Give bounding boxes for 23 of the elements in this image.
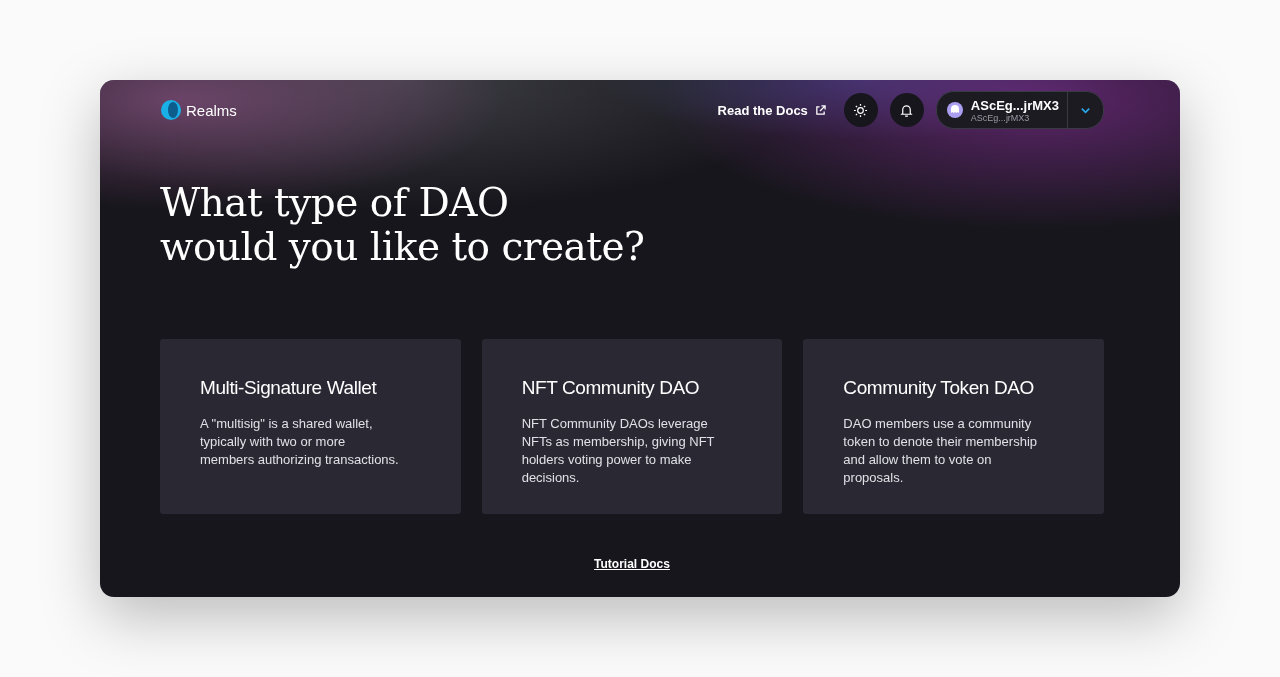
read-docs-link[interactable]: Read the Docs	[717, 102, 826, 118]
wallet-name: AScEg...jrMX3	[970, 97, 1059, 113]
dao-type-card[interactable]: Multi-Signature Wallet A "multisig" is a shared wallet, typically with two or more members authorizing transactions.	[160, 339, 461, 514]
card-title: NFT Community DAO	[521, 377, 701, 399]
brand-name: Realms	[186, 101, 237, 119]
dao-type-card[interactable]: Community Token DAO DAO members use a community token to denote their membership and allow them to vote on proposals.	[803, 339, 1104, 514]
tutorial-docs-link[interactable]: Tutorial Docs	[594, 557, 670, 571]
page-heading: What type of DAO would you like to create?	[160, 181, 646, 269]
ghost-avatar-icon	[946, 102, 963, 118]
card-title: Community Token DAO	[843, 377, 1035, 399]
bell-icon	[899, 102, 915, 118]
card-description: NFT Community DAOs leverage NFTs as membership, giving NFT holders voting power to make decisions.	[521, 415, 716, 487]
wallet-button[interactable]: AScEg...jrMX3 AScEg...jrMX3	[935, 91, 1104, 129]
sun-icon	[853, 102, 869, 118]
theme-toggle-button[interactable]	[843, 93, 878, 127]
external-link-icon	[814, 104, 826, 116]
card-description: DAO members use a community token to denote their membership and allow them to vote on proposals.	[843, 415, 1038, 487]
notifications-button[interactable]	[889, 93, 924, 127]
wallet-address: AScEg...jrMX3	[970, 112, 1030, 123]
card-description: A "multisig" is a shared wallet, typically with two or more members authorizing transactions.	[200, 415, 400, 469]
card-title: Multi-Signature Wallet	[200, 377, 378, 399]
dao-type-card[interactable]: NFT Community DAO NFT Community DAOs leverage NFTs as membership, giving NFT holders voting power to make decisions.	[481, 339, 783, 514]
logo-icon	[160, 99, 182, 121]
